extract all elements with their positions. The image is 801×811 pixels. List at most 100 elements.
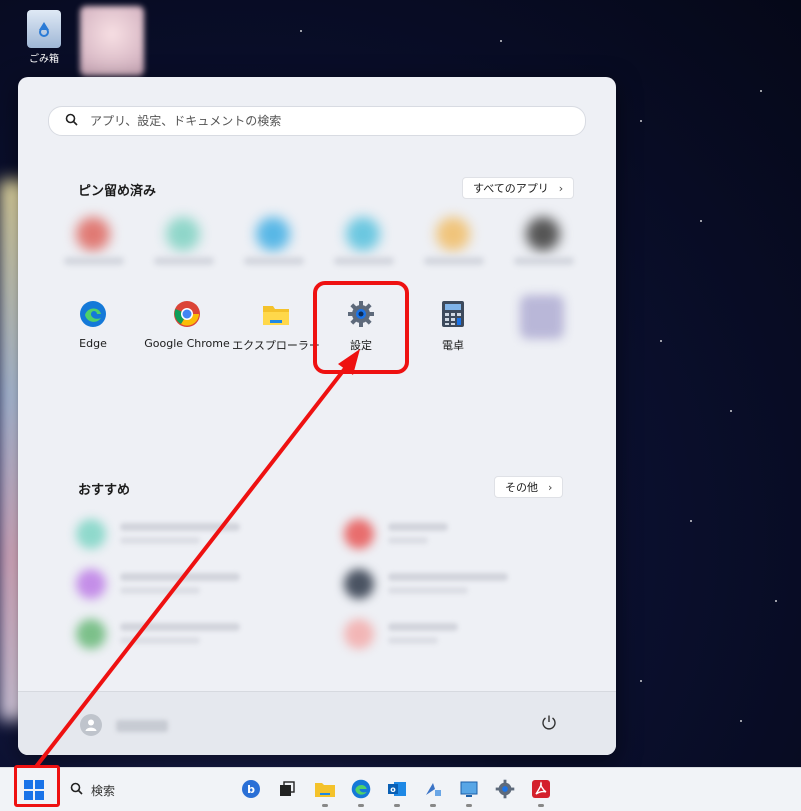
blurred-text [120,537,200,544]
star [760,90,762,92]
pinned-app-calculator[interactable]: 電卓 [414,299,492,353]
blurred-text [120,523,240,531]
blurred-text [120,573,240,581]
recommended-item[interactable] [344,517,564,555]
blurred-app-label [64,257,124,265]
blurred-text [120,587,200,594]
blurred-app-label [424,257,484,265]
pinned-app-label: Google Chrome [144,337,230,350]
star [640,120,642,122]
blurred-app-icon [346,217,380,251]
task-view-icon[interactable] [276,778,298,800]
pinned-app-explorer[interactable]: エクスプローラー [232,299,320,353]
blurred-app-icon [436,217,470,251]
chevron-right-icon: › [558,181,564,195]
more-label: その他 [505,481,538,494]
blurred-file-icon [76,519,106,549]
user-name-blurred[interactable] [116,720,168,732]
recommended-item[interactable] [76,617,316,655]
star [640,680,642,682]
blurred-app-label [514,257,574,265]
taskbar: 検索 b o [0,767,801,811]
blurred-app-icon [520,295,564,339]
start-menu: ピン留め済み すべてのアプリ › Edge Google Chrome エクスプ [18,77,616,755]
pinned-app-chrome[interactable]: Google Chrome [142,299,232,350]
edge-icon[interactable] [350,778,372,807]
blurred-text [120,637,200,644]
start-search-input[interactable] [88,113,552,129]
blurred-text [120,623,240,631]
star [690,520,692,522]
user-avatar-icon[interactable] [80,714,102,736]
power-icon[interactable] [538,714,560,736]
running-indicator [358,804,364,807]
star [730,410,732,412]
taskbar-search[interactable]: 検索 [70,782,115,799]
blurred-file-icon [76,569,106,599]
blurred-app-icon [76,217,110,251]
start-search-box[interactable] [48,106,586,136]
recycle-bin-icon [27,10,61,48]
blurred-desktop-icon [80,6,144,76]
running-indicator [322,804,328,807]
gear-icon[interactable] [494,778,516,800]
blurred-app-icon [256,217,290,251]
search-icon [65,113,78,130]
svg-text:b: b [247,783,255,796]
star [300,30,302,32]
acrobat-icon[interactable] [530,778,552,807]
more-button[interactable]: その他 › [494,476,564,498]
blurred-file-icon [76,619,106,649]
chrome-icon [172,299,202,329]
calculator-icon [438,299,468,329]
pinned-app-edge[interactable]: Edge [54,299,132,350]
settings-highlight-box [313,281,409,374]
blurred-file-icon [344,569,374,599]
blurred-app-icon [526,217,560,251]
running-indicator [430,804,436,807]
bing-icon[interactable]: b [240,778,262,800]
recycle-bin-label: ごみ箱 [29,54,59,65]
remote-desktop-icon[interactable] [458,778,480,807]
recommended-item[interactable] [76,517,316,555]
recommended-section-title: おすすめ [78,483,131,498]
recommended-item[interactable] [344,567,564,605]
blurred-text [388,623,458,631]
running-indicator [394,804,400,807]
svg-text:o: o [390,785,396,794]
star [740,720,742,722]
outlook-icon[interactable]: o [386,778,408,807]
star [775,600,777,602]
recommended-item[interactable] [76,567,316,605]
chevron-right-icon: › [548,480,553,494]
folder-icon [261,299,291,329]
blurred-file-icon [344,519,374,549]
pinned-section-title: ピン留め済み [78,184,157,199]
star [500,40,502,42]
pinned-app-label: エクスプローラー [232,339,320,352]
star [700,220,702,222]
start-footer [18,691,616,755]
start-button-highlight-box [14,765,60,807]
file-explorer-icon[interactable] [314,778,336,807]
blurred-file-icon [344,619,374,649]
all-apps-button[interactable]: すべてのアプリ › [462,177,575,199]
running-indicator [466,804,472,807]
running-indicator [538,804,544,807]
blurred-app-label [244,257,304,265]
blurred-text [388,537,428,544]
blurred-text [388,523,448,531]
edge-icon [78,299,108,329]
blurred-app-label [154,257,214,265]
pinned-app-label: Edge [79,337,107,350]
blurred-app-label [334,257,394,265]
recommended-item[interactable] [344,617,564,655]
search-icon [70,782,83,799]
recycle-bin[interactable]: ごみ箱 [22,10,66,65]
network-tool-icon[interactable] [422,778,444,807]
blurred-text [388,573,508,581]
all-apps-label: すべてのアプリ [473,182,549,195]
taskbar-search-label: 検索 [91,784,116,798]
blurred-app-icon [166,217,200,251]
star [660,340,662,342]
